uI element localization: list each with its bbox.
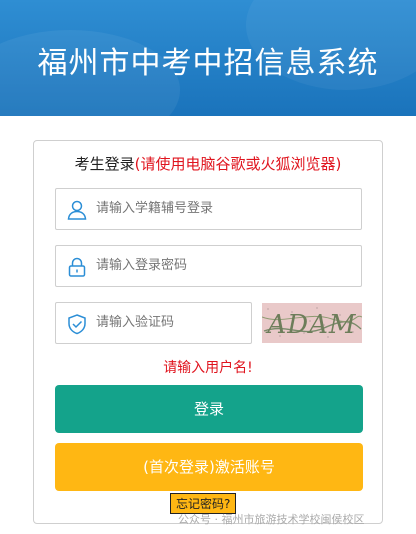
lock-icon	[68, 257, 86, 277]
user-icon	[67, 200, 87, 220]
login-title: 考生登录(请使用电脑谷歌或火狐浏览器)	[34, 153, 382, 174]
captcha-image[interactable]: ADAM	[262, 303, 362, 343]
header-banner: 福州市中考中招信息系统	[0, 0, 416, 116]
system-title: 福州市中考中招信息系统	[37, 46, 379, 81]
captcha-field[interactable]	[55, 302, 252, 344]
browser-hint: (请使用电脑谷歌或火狐浏览器)	[134, 155, 342, 173]
error-message: 请输入用户名!	[163, 360, 253, 376]
username-input[interactable]	[96, 189, 336, 229]
login-title-text: 考生登录	[74, 155, 135, 173]
username-field[interactable]	[55, 188, 362, 230]
captcha-input[interactable]	[96, 303, 246, 343]
login-card: 考生登录(请使用电脑谷歌或火狐浏览器) 请输入学籍辅号登录 请输入验证码 ADA…	[33, 140, 383, 524]
captcha-text: ADAM	[265, 310, 356, 340]
password-field[interactable]	[55, 245, 362, 287]
login-button[interactable]: 登录	[55, 385, 363, 433]
password-input[interactable]	[96, 246, 336, 286]
watermark: 公众号 · 福州市旅游技术学校闽侯校区	[178, 513, 365, 526]
activate-account-button[interactable]: (首次登录)激活账号	[55, 443, 363, 491]
shield-check-icon	[68, 314, 86, 335]
